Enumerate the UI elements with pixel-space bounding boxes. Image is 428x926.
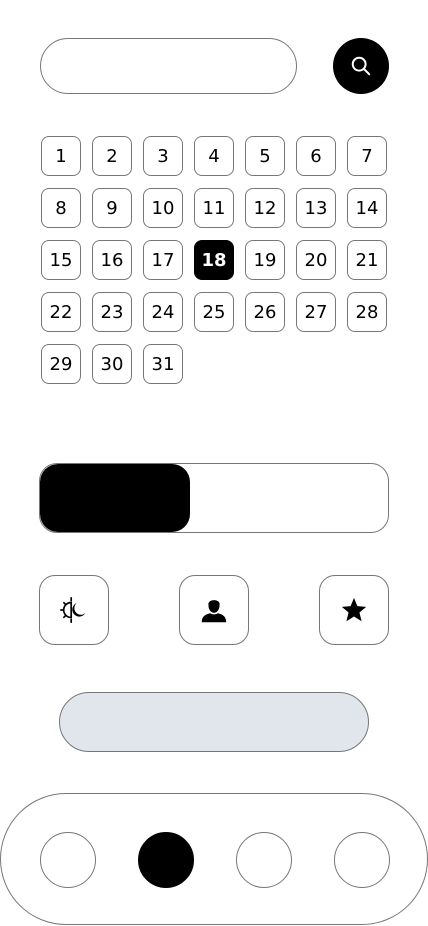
user-icon	[201, 600, 227, 623]
sun-moon-icon	[60, 596, 86, 624]
calendar-day[interactable]: 14	[347, 188, 387, 228]
calendar-day[interactable]: 15	[41, 240, 81, 280]
calendar-day[interactable]: 5	[245, 136, 285, 176]
search-input[interactable]	[40, 38, 297, 94]
search-button[interactable]	[333, 38, 389, 94]
calendar-day[interactable]: 8	[41, 188, 81, 228]
nav-dot-1[interactable]	[40, 832, 96, 888]
nav-dot-4[interactable]	[334, 832, 390, 888]
calendar-day[interactable]: 20	[296, 240, 336, 280]
calendar-day[interactable]: 17	[143, 240, 183, 280]
calendar-day[interactable]: 22	[41, 292, 81, 332]
calendar-day[interactable]: 3	[143, 136, 183, 176]
progress-fill	[40, 464, 190, 532]
calendar-day[interactable]: 30	[92, 344, 132, 384]
theme-toggle-button[interactable]	[39, 575, 109, 645]
calendar-day[interactable]: 10	[143, 188, 183, 228]
nav-dot-3[interactable]	[236, 832, 292, 888]
calendar-day[interactable]: 12	[245, 188, 285, 228]
calendar-day[interactable]: 23	[92, 292, 132, 332]
pill-button[interactable]	[59, 692, 369, 752]
favorite-button[interactable]	[319, 575, 389, 645]
calendar-day[interactable]: 4	[194, 136, 234, 176]
calendar-day[interactable]: 26	[245, 292, 285, 332]
calendar-grid: 1 2 3 4 5 6 7 8 9 10 11 12 13 14 15 16 17 18 19 20 21 22 23 24 2…	[41, 136, 388, 384]
calendar-day[interactable]: 11	[194, 188, 234, 228]
star-icon	[341, 597, 367, 622]
calendar-day[interactable]: 6	[296, 136, 336, 176]
progress-bar	[39, 463, 389, 533]
profile-button[interactable]	[179, 575, 249, 645]
calendar-day[interactable]: 25	[194, 292, 234, 332]
calendar-day[interactable]: 29	[41, 344, 81, 384]
calendar-day[interactable]: 9	[92, 188, 132, 228]
calendar-day[interactable]: 2	[92, 136, 132, 176]
calendar-day[interactable]: 28	[347, 292, 387, 332]
calendar-day[interactable]: 7	[347, 136, 387, 176]
calendar-day[interactable]: 16	[92, 240, 132, 280]
search-icon	[351, 56, 371, 76]
calendar-day[interactable]: 21	[347, 240, 387, 280]
calendar-day[interactable]: 13	[296, 188, 336, 228]
calendar-day-selected[interactable]: 18	[194, 240, 234, 280]
bottom-nav-bar	[0, 793, 428, 925]
calendar-day[interactable]: 27	[296, 292, 336, 332]
calendar-day[interactable]: 1	[41, 136, 81, 176]
calendar-day[interactable]: 24	[143, 292, 183, 332]
calendar-day[interactable]: 31	[143, 344, 183, 384]
nav-dot-2[interactable]	[138, 832, 194, 888]
calendar-day[interactable]: 19	[245, 240, 285, 280]
